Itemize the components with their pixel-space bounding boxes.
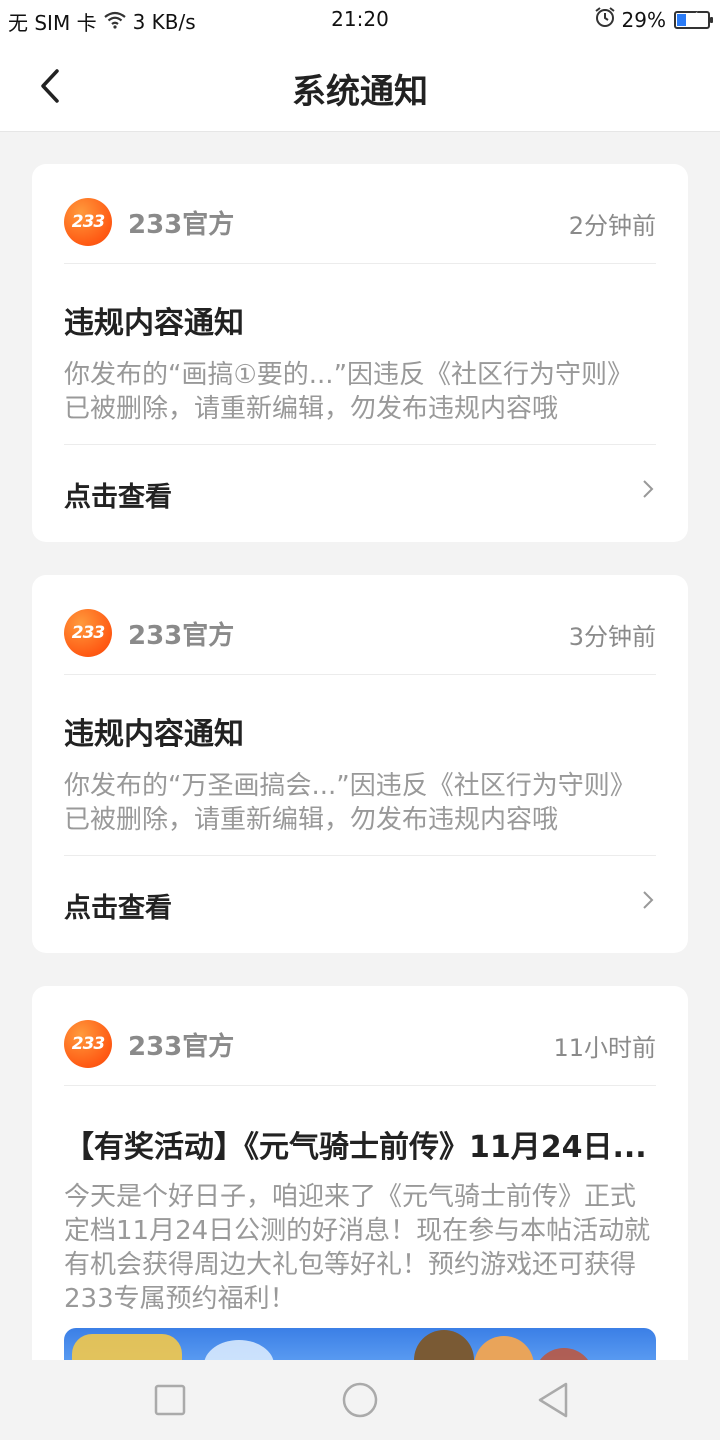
avatar: 233 (64, 1020, 112, 1068)
notification-body: 你发布的“画搞①要的...”因违反《社区行为守则》已被删除，请重新编辑，勿发布违… (64, 360, 634, 424)
circle-icon (342, 1382, 378, 1418)
sender-name: 233官方 (128, 1032, 235, 1062)
status-right: 29% ⚡ (594, 6, 713, 33)
notification-card[interactable]: 233 233官方 3分钟前 违规内容通知 你发布的“万圣画搞会...”因违反《… (32, 575, 688, 953)
notification-card[interactable]: 233 233官方 11小时前 【有奖活动】《元气骑士前传》11月24日... … (32, 986, 688, 1360)
system-nav-bar (0, 1360, 720, 1440)
alarm-icon (594, 6, 616, 33)
status-bar: 无 SIM 卡 3 KB/s 21:20 29% ⚡ (0, 0, 720, 40)
sender-name: 233官方 (128, 621, 235, 651)
notification-title: 违规内容通知 (64, 717, 244, 752)
notification-body: 你发布的“万圣画搞会...”因违反《社区行为守则》已被删除，请重新编辑，勿发布违… (64, 771, 636, 835)
square-icon (154, 1384, 186, 1416)
notification-list: 233 233官方 2分钟前 违规内容通知 你发布的“画搞①要的...”因违反《… (0, 132, 720, 1360)
view-details-label: 点击查看 (64, 893, 172, 924)
home-button[interactable] (340, 1380, 380, 1420)
notification-title: 【有奖活动】《元气骑士前传》11月24日... (64, 1130, 647, 1165)
chevron-right-icon (643, 891, 654, 909)
event-banner-image[interactable] (64, 1328, 656, 1360)
triangle-back-icon (538, 1382, 568, 1418)
view-details-button[interactable]: 点击查看 (64, 855, 656, 953)
card-header: 233 233官方 2分钟前 (64, 194, 656, 264)
notification-title: 违规内容通知 (64, 306, 244, 341)
battery-percent: 29% (621, 7, 666, 32)
view-details-button[interactable]: 点击查看 (64, 444, 656, 542)
battery-icon: ⚡ (674, 10, 713, 29)
page-title: 系统通知 (292, 72, 428, 112)
timestamp: 3分钟前 (568, 623, 656, 651)
chevron-right-icon (643, 480, 654, 498)
nav-bar: 系统通知 (0, 40, 720, 132)
back-nav-button[interactable] (534, 1380, 574, 1420)
avatar: 233 (64, 609, 112, 657)
notification-body: 今天是个好日子，咱迎来了《元气骑士前传》正式定档11月24日公测的好消息！现在参… (64, 1182, 651, 1314)
card-header: 233 233官方 11小时前 (64, 1016, 656, 1086)
timestamp: 11小时前 (553, 1034, 656, 1062)
view-details-label: 点击查看 (64, 482, 172, 513)
battery-level (677, 13, 686, 26)
card-header: 233 233官方 3分钟前 (64, 605, 656, 675)
notification-card[interactable]: 233 233官方 2分钟前 违规内容通知 你发布的“画搞①要的...”因违反《… (32, 164, 688, 542)
timestamp: 2分钟前 (568, 212, 656, 240)
sender-name: 233官方 (128, 210, 235, 240)
avatar: 233 (64, 198, 112, 246)
recent-apps-button[interactable] (150, 1380, 190, 1420)
